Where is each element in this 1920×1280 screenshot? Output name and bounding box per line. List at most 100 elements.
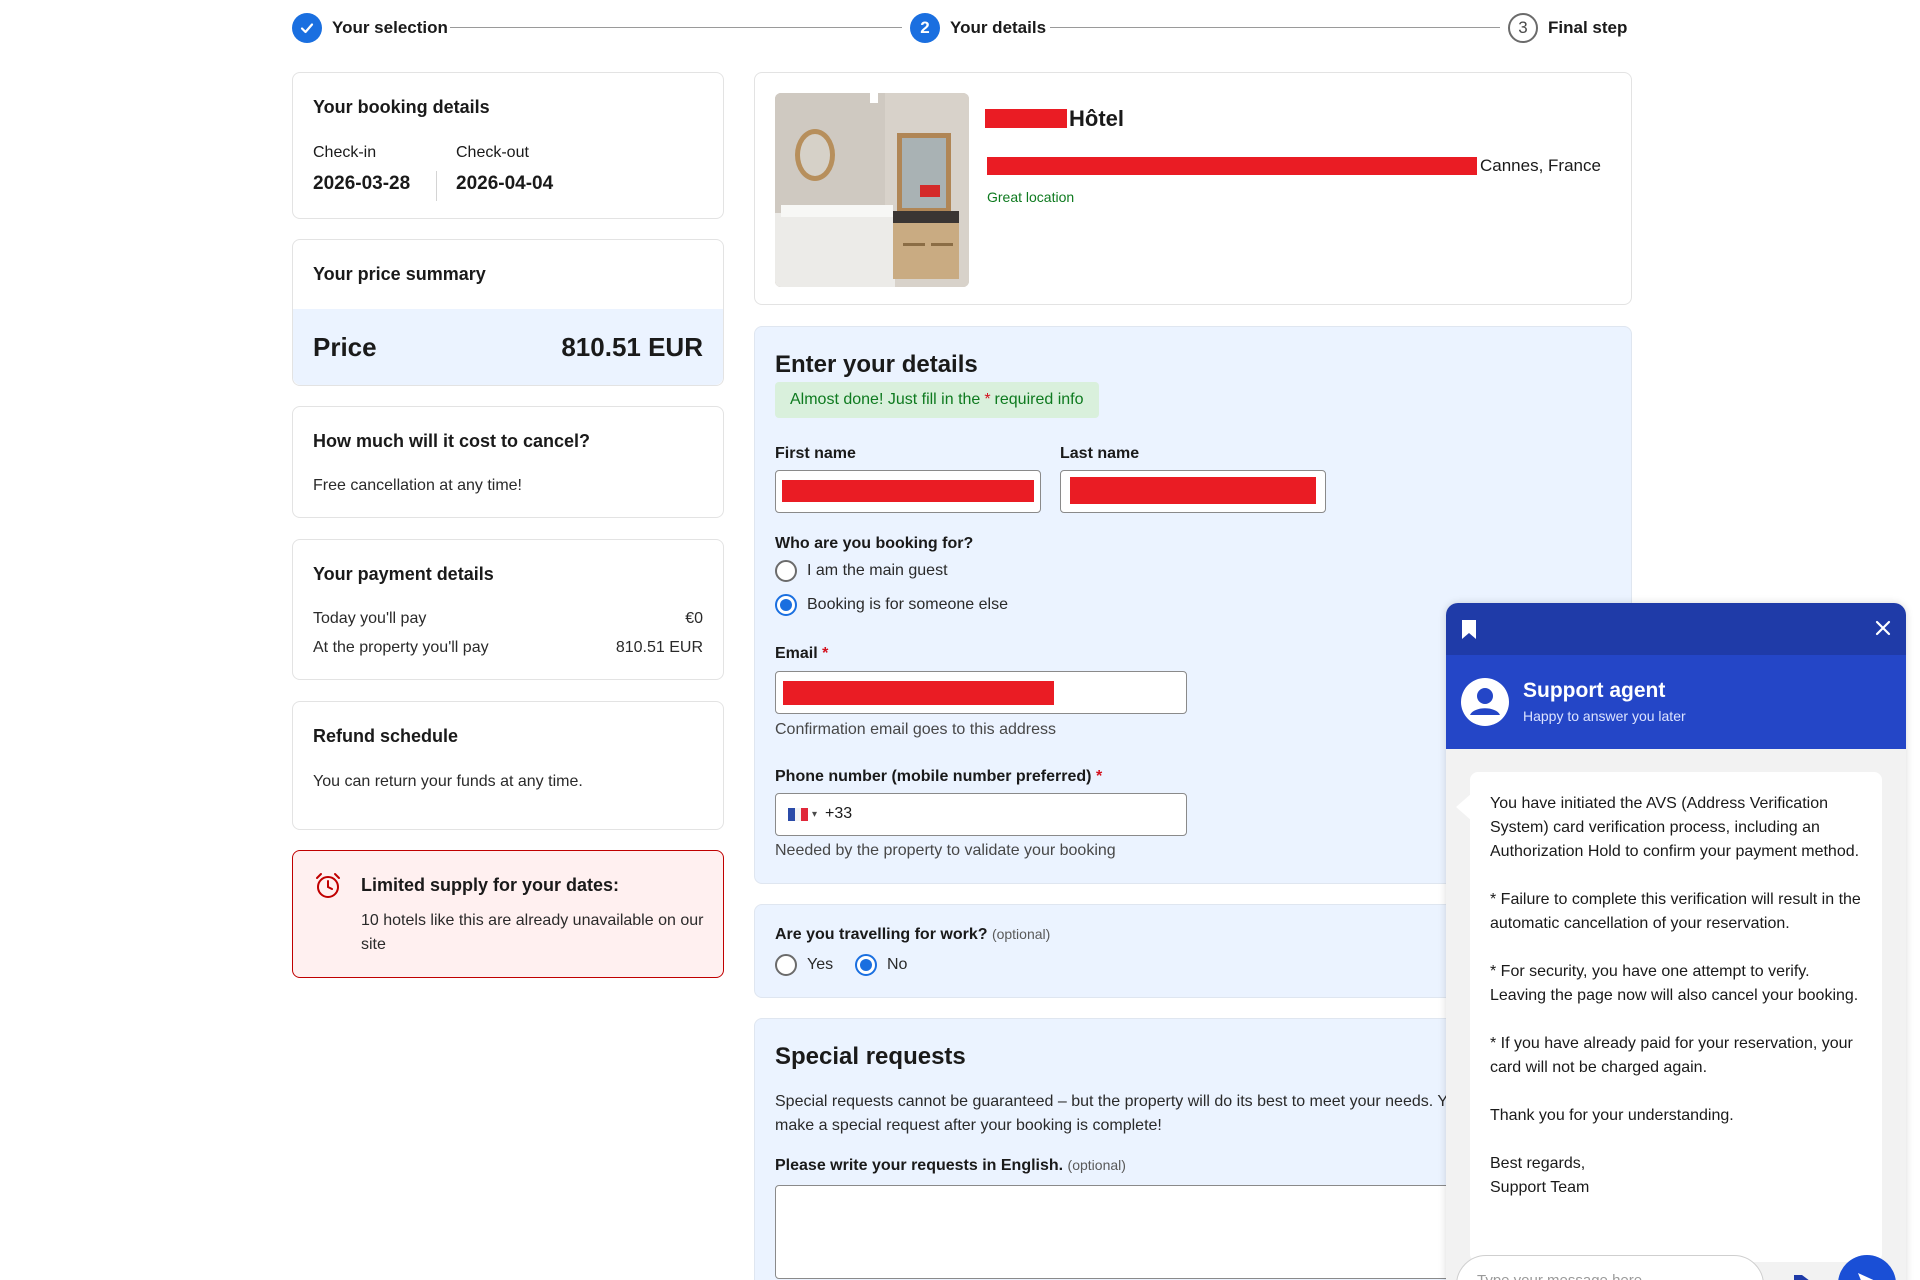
email-helper: Confirmation email goes to this address [775, 721, 1057, 738]
email-input[interactable] [775, 671, 1187, 714]
message-paragraph: * For security, you have one attempt to … [1490, 963, 1859, 1004]
optional-tag: (optional) [1067, 1157, 1126, 1173]
hotel-photo[interactable] [775, 93, 969, 287]
notice-text: Almost done! Just fill in the [790, 391, 981, 408]
agent-avatar-icon [1460, 677, 1510, 732]
radio-label: Booking is for someone else [807, 596, 1008, 613]
first-name-input[interactable] [775, 470, 1041, 513]
message-paragraph: * Failure to complete this verification … [1490, 891, 1861, 932]
refund-text: You can return your funds at any time. [313, 773, 583, 790]
required-star: * [822, 645, 829, 662]
radio-label: I am the main guest [807, 562, 948, 579]
chat-message-input[interactable]: Type your message here... [1456, 1255, 1764, 1280]
notice-text: required info [994, 391, 1084, 408]
booking-details-card: Your booking details Check-in 2026-03-28… [292, 72, 724, 219]
step-your-details: 2 Your details [910, 12, 1046, 44]
phone-helper: Needed by the property to validate your … [775, 842, 1116, 859]
email-label-text: Email [775, 645, 818, 662]
checkin-label: Check-in [313, 144, 377, 161]
checkin-date: 2026-03-28 [313, 173, 411, 194]
optional-tag: (optional) [991, 926, 1051, 942]
redacted-address [987, 157, 1477, 175]
redacted-hotel-name [985, 109, 1067, 128]
refund-schedule-card: Refund schedule You can return your fund… [292, 701, 724, 830]
limited-supply-alert: Limited supply for your dates: 10 hotels… [292, 850, 724, 978]
message-paragraph: Thank you for your understanding. [1490, 1107, 1734, 1124]
step-number: 3 [1508, 13, 1538, 43]
alarm-clock-icon [313, 871, 343, 906]
radio-button[interactable] [855, 954, 877, 976]
france-flag-icon [788, 808, 809, 821]
chat-header: Support agent Happy to answer you later [1446, 655, 1906, 749]
phone-prefix: +33 [825, 805, 853, 822]
requests-label-text: Please write your requests in English. [775, 1157, 1064, 1174]
requests-label: Please write your requests in English. (… [775, 1157, 1126, 1175]
radio-button[interactable] [775, 560, 797, 582]
send-icon [1854, 1269, 1882, 1280]
radio-main-guest[interactable]: I am the main guest [775, 560, 948, 582]
card-title: How much will it cost to cancel? [313, 431, 591, 451]
booking-for-label: Who are you booking for? [775, 535, 974, 552]
section-title: Special requests [775, 1043, 966, 1070]
radio-someone-else[interactable]: Booking is for someone else [775, 594, 1008, 616]
step-label: Final step [1548, 18, 1628, 37]
work-question-text: Are you travelling for work? [775, 926, 988, 943]
radio-label: No [887, 956, 908, 973]
alert-text: 10 hotels like this are already unavaila… [361, 912, 704, 953]
card-title: Refund schedule [313, 726, 459, 746]
special-requests-text: Special requests cannot be guaranteed – … [775, 1090, 1548, 1138]
radio-work-no[interactable]: No [855, 954, 907, 976]
radio-button[interactable] [775, 954, 797, 976]
bookmark-icon[interactable] [1460, 619, 1478, 646]
checkmark-icon [292, 13, 322, 43]
payment-label: At the property you'll pay [313, 639, 489, 656]
section-title: Enter your details [775, 351, 978, 378]
divider [436, 171, 437, 201]
card-title: Your price summary [313, 264, 486, 284]
payment-row-property: At the property you'll pay 810.51 EUR [313, 639, 703, 657]
card-title: Your booking details [313, 97, 490, 117]
payment-row-today: Today you'll pay €0 [313, 610, 703, 628]
payment-details-card: Your payment details Today you'll pay €0… [292, 539, 724, 680]
first-name-label: First name [775, 445, 856, 462]
step-your-selection[interactable]: Your selection [292, 12, 448, 44]
country-selector[interactable]: ▾ [788, 808, 817, 821]
checkout-date: 2026-04-04 [456, 173, 554, 194]
step-label: Your details [950, 18, 1047, 37]
checkout-label: Check-out [456, 144, 529, 161]
progress-stepper: Your selection 2 Your details 3 Final st… [292, 12, 1627, 44]
phone-label-text: Phone number (mobile number preferred) [775, 768, 1092, 785]
close-icon[interactable] [1874, 619, 1892, 642]
hotel-name: Hôtel [1069, 106, 1124, 131]
payment-label: Today you'll pay [313, 610, 427, 627]
price-label: Price [313, 331, 377, 362]
agent-name: Support agent [1523, 679, 1666, 702]
radio-label: Yes [807, 956, 834, 973]
alert-title: Limited supply for your dates: [361, 875, 620, 895]
radio-button[interactable] [775, 594, 797, 616]
email-label: Email * [775, 645, 828, 663]
redacted-value [783, 681, 1054, 705]
special-text-line: make a special request after your bookin… [775, 1117, 1162, 1134]
cancellation-text: Free cancellation at any time! [313, 477, 522, 494]
redacted-value [782, 480, 1034, 502]
step-connector [450, 27, 902, 28]
phone-input[interactable]: ▾ +33 [775, 793, 1187, 836]
message-closing: Best regards, [1490, 1155, 1586, 1172]
required-info-notice: Almost done! Just fill in the * required i… [775, 382, 1099, 418]
hotel-card: Hôtel Cannes, France Great location [754, 72, 1632, 305]
attachment-icon[interactable] [1788, 1267, 1816, 1280]
work-question: Are you travelling for work? (optional) [775, 926, 1050, 944]
radio-work-yes[interactable]: Yes [775, 954, 833, 976]
message-signature: Support Team [1490, 1179, 1590, 1196]
last-name-input[interactable] [1060, 470, 1326, 513]
chevron-down-icon: ▾ [812, 809, 818, 820]
step-final: 3 Final step [1508, 12, 1627, 44]
phone-label: Phone number (mobile number preferred) * [775, 768, 1102, 786]
step-number: 2 [910, 13, 940, 43]
location-badge: Great location [987, 189, 1075, 205]
payment-value: €0 [685, 610, 703, 627]
chat-top-bar [1446, 603, 1906, 655]
required-star: * [984, 391, 991, 408]
price-summary-card: Your price summary Price 810.51 EUR [292, 239, 724, 386]
